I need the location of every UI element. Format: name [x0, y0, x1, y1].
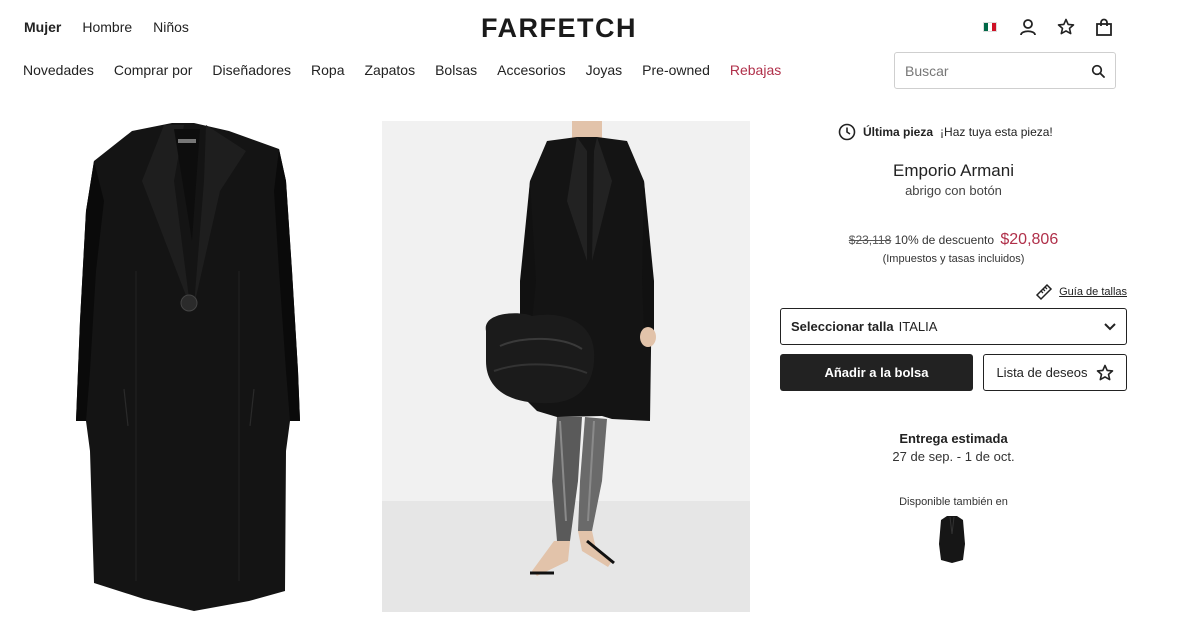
- nav-disenadores[interactable]: Diseñadores: [212, 62, 291, 78]
- product-image-model[interactable]: [382, 121, 750, 612]
- farfetch-logo[interactable]: FARFETCH: [481, 13, 637, 44]
- search-icon[interactable]: [1091, 64, 1105, 78]
- delivery-title: Entrega estimada: [899, 431, 1008, 446]
- nav-zapatos[interactable]: Zapatos: [365, 62, 416, 78]
- size-select-dropdown[interactable]: Seleccionar talla ITALIA: [780, 308, 1127, 345]
- alternate-color-thumbnail[interactable]: [938, 514, 966, 564]
- header-icons: [980, 17, 1114, 37]
- shopping-bag-icon[interactable]: [1094, 17, 1114, 37]
- product-image-main[interactable]: [24, 121, 356, 612]
- star-icon: [1096, 364, 1113, 380]
- price-row: $23,118 10% de descuento $20,806: [780, 231, 1127, 249]
- gender-tab-hombre[interactable]: Hombre: [82, 19, 132, 35]
- main-nav: Novedades Comprar por Diseñadores Ropa Z…: [23, 62, 781, 78]
- nav-rebajas[interactable]: Rebajas: [730, 62, 781, 78]
- top-header: Mujer Hombre Niños FARFETCH: [0, 0, 1188, 52]
- nav-ropa[interactable]: Ropa: [311, 62, 344, 78]
- delivery-dates: 27 de sep. - 1 de oct.: [892, 449, 1015, 464]
- size-guide-link[interactable]: Guía de tallas: [1035, 283, 1127, 301]
- size-select-label: Seleccionar talla: [791, 319, 894, 334]
- nav-novedades[interactable]: Novedades: [23, 62, 94, 78]
- wishlist-button[interactable]: Lista de deseos: [983, 354, 1127, 391]
- discount-label: 10% de descuento: [894, 233, 995, 247]
- account-icon[interactable]: [1018, 17, 1038, 37]
- size-system: ITALIA: [898, 319, 938, 334]
- gender-nav: Mujer Hombre Niños: [24, 19, 189, 35]
- also-available-label: Disponible también en: [899, 496, 1008, 508]
- add-to-bag-button[interactable]: Añadir a la bolsa: [780, 354, 973, 391]
- size-guide-label[interactable]: Guía de tallas: [1059, 286, 1127, 298]
- sale-price: $20,806: [1000, 231, 1059, 248]
- last-piece-label: Última pieza: [863, 125, 934, 139]
- ruler-icon: [1036, 283, 1053, 301]
- original-price: $23,118: [848, 233, 892, 247]
- wishlist-star-icon[interactable]: [1056, 17, 1076, 37]
- nav-joyas[interactable]: Joyas: [586, 62, 623, 78]
- tax-note: (Impuestos y tasas incluidos): [882, 253, 1025, 265]
- search-box: [894, 52, 1116, 89]
- product-brand[interactable]: Emporio Armani: [780, 161, 1127, 181]
- gender-tab-mujer[interactable]: Mujer: [24, 19, 61, 35]
- wishlist-label: Lista de deseos: [996, 365, 1088, 380]
- chevron-down-icon: [1104, 322, 1116, 330]
- clock-icon: [838, 123, 856, 141]
- product-name: abrigo con botón: [905, 183, 1002, 198]
- gender-tab-ninos[interactable]: Niños: [153, 19, 189, 35]
- nav-bolsas[interactable]: Bolsas: [435, 62, 477, 78]
- last-piece-notice: Última pieza ¡Haz tuya esta pieza!: [838, 123, 1053, 141]
- nav-comprar-por[interactable]: Comprar por: [114, 62, 193, 78]
- nav-accesorios[interactable]: Accesorios: [497, 62, 565, 78]
- last-piece-text: ¡Haz tuya esta pieza!: [940, 125, 1053, 139]
- mexico-flag-icon[interactable]: [980, 17, 1000, 37]
- nav-pre-owned[interactable]: Pre-owned: [642, 62, 710, 78]
- search-input[interactable]: [905, 62, 1091, 79]
